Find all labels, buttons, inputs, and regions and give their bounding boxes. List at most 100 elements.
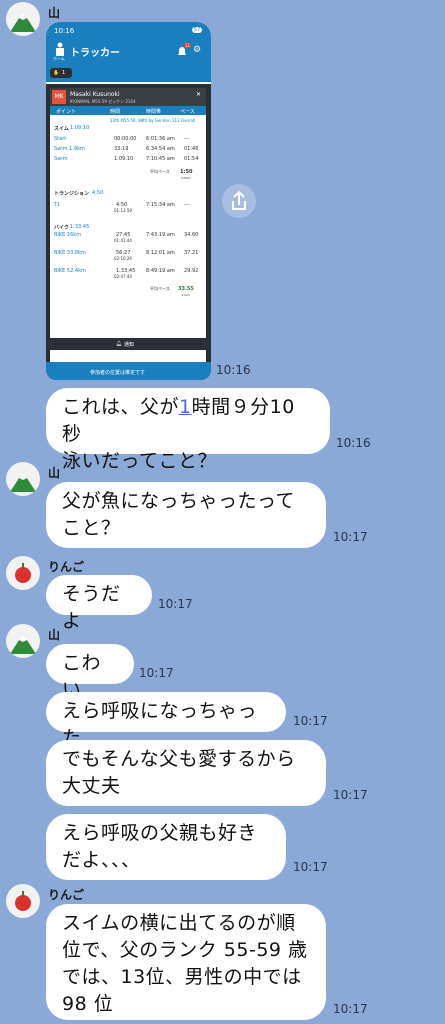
swim-header: スイム — [54, 126, 69, 132]
app-header: 10:16 57 ホーム トラッカー 11 ⚙ ✋ 1 — [46, 22, 211, 82]
avg-pace-label: 平均ペース — [150, 169, 170, 174]
results-table: ポイント 時間 時間帯 ペース 13th M55-59, 98th by Gen… — [50, 106, 206, 362]
message-bubble[interactable]: これは、父が1時間９分10秒 泳いだってこと？ — [46, 388, 330, 472]
timestamp: 10:17 — [139, 666, 174, 680]
home-label: ホーム — [53, 56, 65, 61]
table-cell: 7:15:34 am — [146, 202, 175, 208]
apple-icon — [15, 563, 31, 583]
transition-total: 4:50 — [92, 190, 104, 196]
timestamp: 10:17 — [333, 788, 368, 802]
transition-header: トランジション — [54, 191, 90, 197]
shared-screenshot[interactable]: 10:16 57 ホーム トラッカー 11 ⚙ ✋ 1 MK Masaki Ku… — [46, 22, 211, 380]
mountain-icon — [10, 12, 36, 32]
table-cell: 1:09:10 — [114, 156, 134, 162]
athlete-header: MK Masaki Kusunoki IRONMAN, M55-59 ゼッケン … — [50, 88, 206, 106]
table-cell: BIKE 16km — [54, 232, 82, 238]
message-bubble[interactable]: こわい — [46, 644, 134, 701]
battery-level: 57 — [192, 27, 203, 33]
col-time: 時間 — [110, 109, 121, 115]
table-cell: 8:49:19 am — [146, 268, 175, 274]
avatar-yama[interactable] — [6, 624, 40, 658]
athlete-avatar: MK — [52, 90, 66, 104]
timestamp: 10:17 — [333, 1002, 368, 1016]
bell-badge: 11 — [184, 43, 192, 48]
sender-name: りんご — [48, 560, 85, 574]
col-pace: ペース — [180, 109, 195, 115]
footer-note: 参加者の位置は推定です — [90, 370, 146, 376]
table-cell: 7:43:19 am — [146, 232, 175, 238]
person-icon — [56, 42, 64, 56]
app-title: トラッカー — [70, 48, 120, 59]
message-bubble[interactable]: 父が魚になっちゃったってこと？ — [46, 482, 326, 548]
message-link[interactable]: 1 — [179, 396, 192, 418]
message-text-a: これは、父が — [62, 396, 180, 418]
sender-name: 山 — [48, 6, 61, 20]
close-icon[interactable]: ✕ — [196, 91, 201, 98]
mountain-icon — [10, 634, 36, 654]
table-cell: 01:41:44 — [114, 238, 132, 243]
bell-small-icon: 🔔︎ — [116, 341, 123, 347]
gear-icon[interactable]: ⚙ — [193, 45, 201, 55]
message-bubble[interactable]: そうだよ — [46, 575, 152, 632]
bike-total: 1:33:45 — [70, 224, 90, 230]
table-cell: 01:46 — [184, 146, 199, 152]
rank-text: 13th M55-59, 98th by Gender, 112 Overall — [110, 118, 196, 123]
message-bubble[interactable]: えら呼吸の父親も好きだよ、、、 — [46, 814, 286, 880]
table-cell: BIKE 33.8km — [54, 250, 86, 256]
pace-unit-swim: /100m — [181, 176, 191, 180]
table-header: ポイント 時間 時間帯 ペース — [50, 106, 206, 115]
avatar-ringo[interactable] — [6, 884, 40, 918]
table-cell: 29.92 — [184, 268, 199, 274]
timestamp: 10:17 — [293, 860, 328, 874]
footer-note-bar: 参加者の位置は推定です — [46, 362, 211, 380]
table-cell: BIKE 52.4km — [54, 268, 86, 274]
table-cell: T1 — [54, 202, 61, 208]
table-cell: 6:34:54 am — [146, 146, 175, 152]
table-cell: 02:47:44 — [114, 274, 132, 279]
message-bubble[interactable]: えら呼吸になっちゃった — [46, 692, 286, 749]
table-cell: 7:10:45 am — [146, 156, 175, 162]
avg-pace-label-bike: 平均ペース — [150, 286, 170, 291]
table-cell: --- — [184, 202, 190, 208]
avatar-ringo[interactable] — [6, 556, 40, 590]
bike-header: バイク — [54, 225, 69, 231]
athlete-name: Masaki Kusunoki — [70, 91, 120, 98]
avg-pace-swim: 1:50 — [180, 169, 193, 175]
message-bubble[interactable]: スイムの横に出てるのが順位で、父のランク 55-59 歳では、13位、男性の中で… — [46, 904, 326, 1020]
table-cell: Start — [54, 136, 67, 142]
hand-icon: ✋ — [53, 70, 60, 76]
sender-name: 山 — [48, 466, 61, 480]
col-point: ポイント — [56, 109, 77, 115]
table-cell: 00:00:00 — [114, 136, 137, 142]
filter-button[interactable]: ✋ 1 — [50, 68, 72, 78]
table-cell: 01:54 — [184, 156, 199, 162]
table-cell: Swim — [54, 156, 68, 162]
table-cell: 01:13:59 — [114, 208, 132, 213]
table-cell: Swim 1.9km — [54, 146, 85, 152]
table-cell: 6:01:36 am — [146, 136, 175, 142]
message-bubble[interactable]: でもそんな父も愛するから大丈夫 — [46, 740, 326, 806]
status-time: 10:16 — [54, 27, 75, 35]
timestamp: 10:16 — [216, 363, 251, 377]
share-icon — [232, 190, 246, 210]
timestamp: 10:17 — [293, 714, 328, 728]
avatar-yama[interactable] — [6, 462, 40, 496]
table-cell: 37.21 — [184, 250, 199, 256]
table-cell: 33:19 — [114, 146, 129, 152]
pace-unit-bike: km/h — [182, 293, 190, 297]
notify-bar[interactable]: 🔔︎ 通知 — [50, 338, 206, 350]
timestamp: 10:17 — [158, 597, 193, 611]
table-cell: 8:12:01 am — [146, 250, 175, 256]
athlete-subtitle: IRONMAN, M55-59 ゼッケン 2144 — [70, 99, 136, 104]
mountain-icon — [10, 472, 36, 492]
avg-pace-bike: 33.55 — [178, 286, 194, 292]
table-cell: --- — [184, 136, 190, 142]
timestamp: 10:16 — [336, 436, 371, 450]
share-button[interactable] — [222, 184, 256, 218]
filter-count: 1 — [62, 70, 66, 76]
sender-name: 山 — [48, 628, 61, 642]
apple-icon — [15, 891, 31, 911]
table-cell: 34.60 — [184, 232, 199, 238]
swim-total: 1:09:10 — [70, 125, 90, 131]
avatar-yama[interactable] — [6, 2, 40, 36]
